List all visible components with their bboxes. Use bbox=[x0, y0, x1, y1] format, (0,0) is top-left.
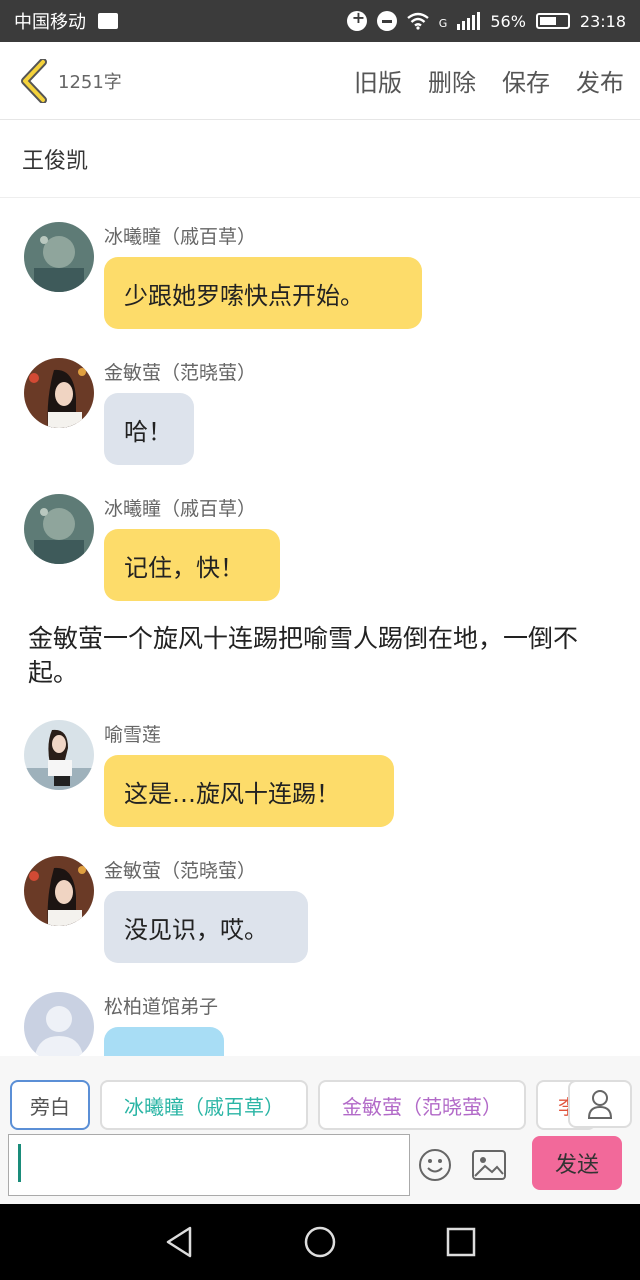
wifi-icon bbox=[407, 12, 429, 30]
message-bubble[interactable]: 没见识，哎。 bbox=[104, 891, 308, 963]
character-chip-narrator[interactable]: 旁白 bbox=[10, 1080, 90, 1130]
delete-button[interactable]: 删除 bbox=[428, 63, 476, 98]
send-button[interactable]: 发送 bbox=[532, 1136, 622, 1190]
nav-recents-icon[interactable] bbox=[446, 1227, 476, 1257]
character-selector: 旁白 冰曦瞳（戚百草） 金敏萤（范晓萤） 李 bbox=[0, 1056, 640, 1132]
gallery-icon bbox=[98, 13, 118, 29]
avatar[interactable] bbox=[24, 494, 94, 564]
avatar[interactable] bbox=[24, 856, 94, 926]
speaker-name: 冰曦瞳（戚百草） bbox=[104, 498, 257, 520]
dialogue-list[interactable]: 冰曦瞳（戚百草） 少跟她罗嗦快点开始。 金敏萤（范晓萤） 哈！ 冰曦瞳（戚百草）… bbox=[0, 200, 640, 1056]
person-icon bbox=[587, 1090, 613, 1119]
message-bubble[interactable]: 这是…旋风十连踢！ bbox=[104, 755, 394, 827]
story-title[interactable]: 王俊凯 bbox=[0, 120, 640, 198]
story-title-text: 王俊凯 bbox=[22, 148, 89, 174]
status-bar: 中国移动 G 56% 23:18 bbox=[0, 0, 640, 42]
add-character-button[interactable] bbox=[568, 1080, 632, 1128]
message-bubble[interactable]: …… bbox=[104, 1027, 224, 1056]
avatar[interactable] bbox=[24, 992, 94, 1056]
nav-back-icon[interactable] bbox=[164, 1225, 194, 1259]
save-button[interactable]: 保存 bbox=[502, 63, 550, 98]
speaker-name: 松柏道馆弟子 bbox=[104, 996, 219, 1018]
narration-text[interactable]: 金敏萤一个旋风十连踢把喻雪人踢倒在地，一倒不起。 bbox=[28, 622, 608, 690]
emoji-icon[interactable] bbox=[418, 1148, 452, 1182]
battery-icon bbox=[535, 13, 570, 29]
system-nav-bar bbox=[0, 1204, 640, 1280]
network-type-label: G bbox=[438, 17, 448, 30]
speaker-name: 金敏萤（范晓萤） bbox=[104, 860, 257, 882]
speaker-name: 冰曦瞳（戚百草） bbox=[104, 226, 257, 248]
nav-home-icon[interactable] bbox=[303, 1225, 337, 1259]
character-chip-bingxitong[interactable]: 冰曦瞳（戚百草） bbox=[100, 1080, 308, 1130]
image-icon[interactable] bbox=[472, 1150, 506, 1180]
old-version-button[interactable]: 旧版 bbox=[354, 63, 402, 98]
publish-button[interactable]: 发布 bbox=[576, 63, 624, 98]
do-not-disturb-icon bbox=[376, 11, 397, 31]
composer: 发送 bbox=[0, 1132, 640, 1204]
message-input[interactable] bbox=[8, 1134, 410, 1196]
text-cursor bbox=[18, 1144, 21, 1182]
message-bubble[interactable]: 记住，快！ bbox=[104, 529, 280, 601]
avatar[interactable] bbox=[24, 222, 94, 292]
carrier-label: 中国移动 bbox=[14, 12, 86, 33]
message-bubble[interactable]: 哈！ bbox=[104, 393, 194, 465]
battery-percent: 56% bbox=[490, 11, 526, 31]
speaker-name: 喻雪莲 bbox=[104, 724, 162, 746]
word-count: 1251字 bbox=[58, 71, 122, 93]
signal-icon bbox=[457, 12, 481, 30]
avatar[interactable] bbox=[24, 720, 94, 790]
back-button[interactable] bbox=[16, 57, 52, 105]
back-chevron-icon bbox=[21, 58, 47, 103]
editor-toolbar: 1251字 旧版 删除 保存 发布 bbox=[0, 42, 640, 120]
clock: 23:18 bbox=[579, 11, 626, 31]
data-saver-icon bbox=[346, 8, 367, 31]
speaker-name: 金敏萤（范晓萤） bbox=[104, 362, 257, 384]
avatar[interactable] bbox=[24, 358, 94, 428]
character-chip-jinminying[interactable]: 金敏萤（范晓萤） bbox=[318, 1080, 526, 1130]
message-bubble[interactable]: 少跟她罗嗦快点开始。 bbox=[104, 257, 422, 329]
